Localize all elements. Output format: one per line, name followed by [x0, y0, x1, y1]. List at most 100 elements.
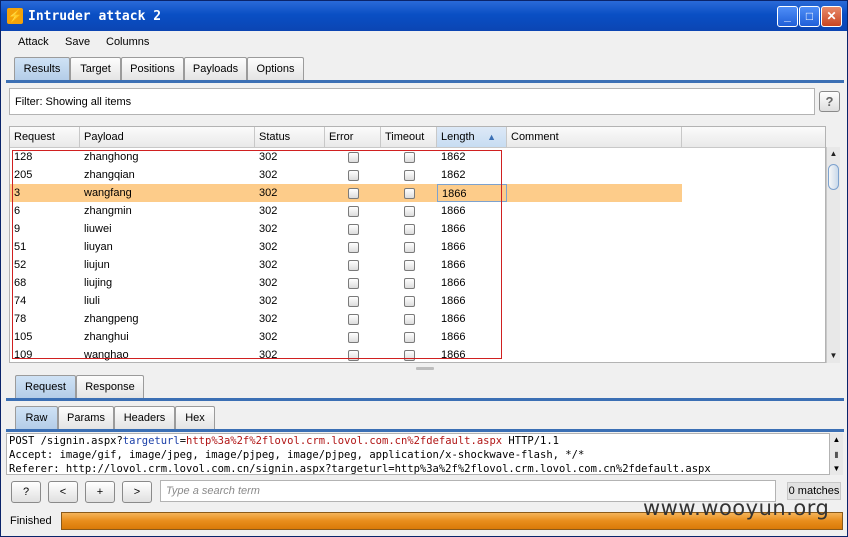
request-scroll-down-icon[interactable]: ▼	[830, 462, 843, 475]
timeout-checkbox[interactable]	[404, 152, 415, 163]
timeout-checkbox[interactable]	[404, 242, 415, 253]
error-checkbox[interactable]	[348, 332, 359, 343]
cell-length: 1866	[441, 205, 466, 217]
table-row[interactable]: 78 zhangpeng 302 1866	[10, 310, 682, 328]
tab-headers[interactable]: Headers	[114, 406, 175, 429]
scroll-up-icon[interactable]: ▲	[827, 147, 840, 161]
filter-label: Filter: Showing all items	[15, 96, 132, 108]
tab-hex[interactable]: Hex	[175, 406, 215, 429]
cell-payload: liujing	[84, 277, 113, 289]
cell-payload: zhanghui	[84, 331, 129, 343]
detail-tab-divider	[6, 398, 844, 401]
tab-params[interactable]: Params	[58, 406, 114, 429]
table-row[interactable]: 74 liuli 302 1866	[10, 292, 682, 310]
error-checkbox[interactable]	[348, 152, 359, 163]
error-checkbox[interactable]	[348, 278, 359, 289]
error-checkbox[interactable]	[348, 350, 359, 361]
table-row[interactable]: 109 wanghao 302 1866	[10, 346, 682, 362]
tab-results[interactable]: Results	[14, 57, 70, 80]
tab-positions[interactable]: Positions	[121, 57, 184, 80]
col-request[interactable]: Request	[10, 127, 80, 147]
tab-response[interactable]: Response	[76, 375, 144, 398]
cell-payload: zhangqian	[84, 169, 135, 181]
cell-request: 205	[14, 169, 33, 181]
menu-attack[interactable]: Attack	[18, 36, 49, 48]
pane-splitter-handle[interactable]	[416, 367, 434, 370]
close-button[interactable]: ✕	[821, 6, 842, 27]
minimize-button[interactable]: _	[777, 6, 798, 27]
timeout-checkbox[interactable]	[404, 332, 415, 343]
timeout-checkbox[interactable]	[404, 224, 415, 235]
maximize-button[interactable]: □	[799, 6, 820, 27]
menu-save[interactable]: Save	[65, 36, 90, 48]
cell-status: 302	[259, 277, 278, 289]
tab-payloads[interactable]: Payloads	[184, 57, 247, 80]
error-checkbox[interactable]	[348, 170, 359, 181]
filter-bar[interactable]: Filter: Showing all items	[9, 88, 815, 115]
cell-status: 302	[259, 169, 278, 181]
error-checkbox[interactable]	[348, 188, 359, 199]
table-header: Request Payload Status Error Timeout Len…	[10, 127, 825, 148]
burp-app-icon: ⚡	[7, 8, 23, 24]
scroll-thumb[interactable]	[828, 164, 839, 190]
table-row[interactable]: 6 zhangmin 302 1866	[10, 202, 682, 220]
col-payload[interactable]: Payload	[80, 127, 255, 147]
title-bar[interactable]: ⚡ Intruder attack 2 _ □ ✕	[1, 1, 847, 31]
col-error[interactable]: Error	[325, 127, 381, 147]
request-scrollbar[interactable]: ▲ ▮ ▼	[830, 433, 843, 475]
table-row[interactable]: 68 liujing 302 1866	[10, 274, 682, 292]
col-status[interactable]: Status	[255, 127, 325, 147]
error-checkbox[interactable]	[348, 242, 359, 253]
timeout-checkbox[interactable]	[404, 278, 415, 289]
menu-columns[interactable]: Columns	[106, 36, 149, 48]
timeout-checkbox[interactable]	[404, 206, 415, 217]
tab-target[interactable]: Target	[70, 57, 121, 80]
window-title: Intruder attack 2	[28, 9, 162, 24]
cell-payload: zhanghong	[84, 151, 139, 163]
timeout-checkbox[interactable]	[404, 350, 415, 361]
cell-length: 1866	[441, 349, 466, 361]
error-checkbox[interactable]	[348, 224, 359, 235]
timeout-checkbox[interactable]	[404, 170, 415, 181]
col-comment[interactable]: Comment	[507, 127, 682, 147]
table-row[interactable]: 128 zhanghong 302 1862	[10, 148, 682, 166]
cell-request: 78	[14, 313, 27, 325]
cell-status: 302	[259, 313, 278, 325]
cell-length: 1866	[441, 223, 466, 235]
tab-request[interactable]: Request	[15, 375, 76, 398]
table-row[interactable]: 205 zhangqian 302 1862	[10, 166, 682, 184]
help-button[interactable]: ?	[819, 91, 840, 112]
search-help-button[interactable]: ?	[11, 481, 41, 503]
search-next-button[interactable]: >	[122, 481, 152, 503]
timeout-checkbox[interactable]	[404, 314, 415, 325]
request-scroll-up-icon[interactable]: ▲	[830, 433, 843, 446]
table-row[interactable]: 3 wangfang 302 1866	[10, 184, 682, 202]
error-checkbox[interactable]	[348, 206, 359, 217]
col-timeout[interactable]: Timeout	[381, 127, 437, 147]
table-row[interactable]: 9 liuwei 302 1866	[10, 220, 682, 238]
request-scroll-thumb[interactable]: ▮	[830, 448, 843, 461]
table-row[interactable]: 51 liuyan 302 1866	[10, 238, 682, 256]
error-checkbox[interactable]	[348, 260, 359, 271]
search-add-button[interactable]: +	[85, 481, 115, 503]
watermark-text: www.wooyun.org	[643, 496, 830, 520]
raw-request-editor[interactable]: POST /signin.aspx?targeturl=http%3a%2f%2…	[6, 433, 830, 475]
request-line-3: Referer: http://lovol.crm.lovol.com.cn/s…	[9, 463, 711, 475]
cell-length: 1866	[441, 331, 466, 343]
cell-request: 128	[14, 151, 33, 163]
table-row[interactable]: 105 zhanghui 302 1866	[10, 328, 682, 346]
cell-payload: liuwei	[84, 223, 112, 235]
tab-options[interactable]: Options	[247, 57, 304, 80]
error-checkbox[interactable]	[348, 314, 359, 325]
timeout-checkbox[interactable]	[404, 260, 415, 271]
table-scrollbar[interactable]: ▲ ▼	[826, 147, 840, 363]
timeout-checkbox[interactable]	[404, 188, 415, 199]
table-row[interactable]: 52 liujun 302 1866	[10, 256, 682, 274]
tab-raw[interactable]: Raw	[15, 406, 58, 429]
scroll-down-icon[interactable]: ▼	[827, 349, 840, 363]
search-prev-button[interactable]: <	[48, 481, 78, 503]
error-checkbox[interactable]	[348, 296, 359, 307]
col-length[interactable]: Length ▲	[437, 127, 507, 147]
timeout-checkbox[interactable]	[404, 296, 415, 307]
cell-length: 1866	[441, 295, 466, 307]
